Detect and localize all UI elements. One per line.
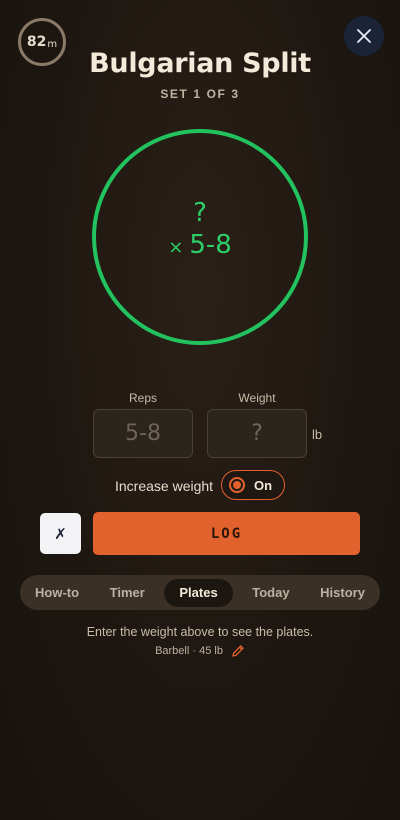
barbell-label: Barbell · 45 lb	[155, 645, 223, 657]
pencil-icon[interactable]	[231, 644, 245, 658]
plates-hint-text: Enter the weight above to see the plates…	[86, 625, 314, 639]
reps-multiplier: ×	[168, 236, 184, 258]
tab-how-to[interactable]: How-to	[24, 579, 90, 607]
toggle-radio-icon	[229, 477, 245, 493]
target-ring: ? × 5-8	[92, 129, 308, 345]
skip-set-button[interactable]: ✗	[40, 513, 81, 554]
barbell-info: Barbell · 45 lb	[0, 644, 400, 658]
reps-label: Reps	[128, 391, 157, 405]
log-set-label: LOG	[210, 525, 243, 542]
exercise-title: Bulgarian Split	[89, 48, 311, 79]
weight-placeholder: ?	[251, 421, 263, 446]
close-icon	[357, 24, 371, 48]
weight-label: Weight	[238, 391, 276, 405]
set-progress-label: SET 1 OF 3	[160, 87, 240, 101]
tab-history[interactable]: History	[309, 579, 376, 607]
target-reps: × 5-8	[168, 229, 232, 264]
tab-bar: How-to Timer Plates Today History	[20, 575, 380, 610]
skip-set-label: ✗	[54, 524, 67, 543]
tab-plates[interactable]: Plates	[164, 578, 233, 607]
increase-weight-toggle[interactable]: On	[221, 470, 285, 500]
target-reps-value: 5-8	[189, 229, 232, 260]
weight-unit: lb	[312, 427, 323, 442]
tab-timer[interactable]: Timer	[99, 579, 156, 607]
toggle-state-label: On	[254, 477, 273, 493]
increase-weight-label: Increase weight	[115, 478, 214, 494]
tab-today[interactable]: Today	[241, 579, 300, 607]
reps-placeholder: 5-8	[125, 421, 161, 446]
target-weight: ?	[193, 197, 207, 228]
reps-input[interactable]: 5-8	[93, 409, 193, 458]
weight-input[interactable]: ?	[207, 409, 307, 458]
log-set-button[interactable]: LOG	[93, 512, 360, 555]
